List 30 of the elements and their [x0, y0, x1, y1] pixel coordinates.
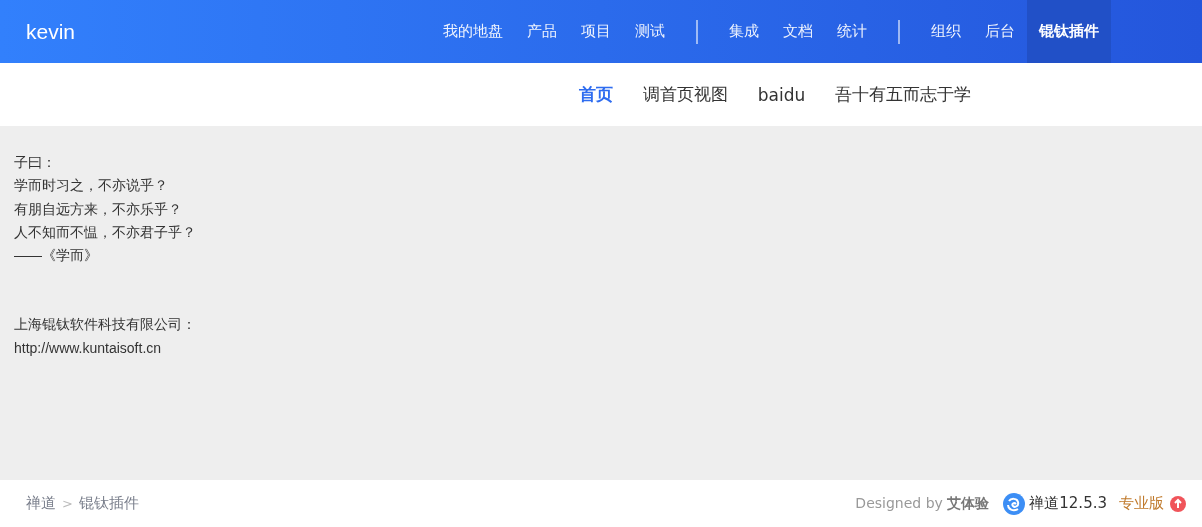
nav-tab[interactable]: 后台	[973, 0, 1027, 63]
nav-tab[interactable]: 测试	[623, 0, 677, 63]
upgrade-icon[interactable]	[1170, 495, 1186, 512]
breadcrumb-separator: >	[62, 496, 73, 511]
nav-tab[interactable]: 项目	[569, 0, 623, 63]
text-line: 有朋自远方来，不亦乐乎？	[14, 199, 182, 219]
breadcrumb-item[interactable]: 禅道	[26, 494, 56, 513]
version-text: 禅道12.5.3	[1029, 494, 1107, 513]
nav-tab[interactable]: 统计	[825, 0, 879, 63]
nav-tab[interactable]: 组织	[919, 0, 973, 63]
nav-tab[interactable]: 集成	[717, 0, 771, 63]
text-line: 上海锟钛软件科技有限公司：	[14, 315, 196, 335]
text-line: 学而时习之，不亦说乎？	[14, 176, 168, 196]
designed-by-text: Designed by 艾体验	[855, 494, 990, 513]
text-line: 人不知而不愠，不亦君子乎？	[14, 222, 196, 242]
nav-tab[interactable]: 产品	[515, 0, 569, 63]
subnav-tab[interactable]: 调首页视图	[627, 83, 743, 106]
logo-icon	[1003, 492, 1026, 515]
nav-tab[interactable]: 锟钛插件	[1027, 0, 1111, 63]
text-line: http://www.kuntaisoft.cn	[14, 338, 162, 358]
edition-link[interactable]: 专业版	[1119, 494, 1164, 513]
nav-tab[interactable]: 文档	[771, 0, 825, 63]
nav-tab[interactable]: 我的地盘	[431, 0, 515, 63]
subnav-tab[interactable]: 吾十有五而志于学	[820, 83, 987, 106]
text-line: 子曰：	[14, 153, 56, 172]
subnav-tab[interactable]: baidu	[742, 84, 821, 105]
text-line: ——《学而》	[14, 246, 98, 266]
breadcrumb-item[interactable]: 锟钛插件	[78, 494, 139, 513]
brand-logo: kevin	[26, 19, 76, 44]
subnav-tab[interactable]: 首页	[563, 83, 628, 106]
